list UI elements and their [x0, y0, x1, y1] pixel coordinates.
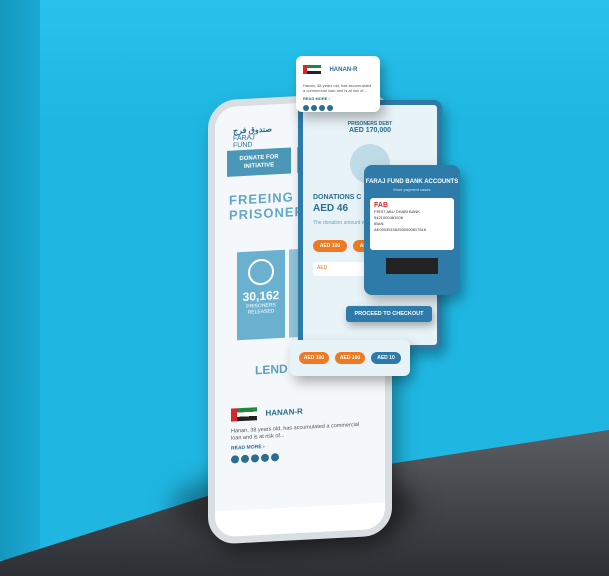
whatsapp-icon[interactable]: [261, 453, 269, 463]
bank-details: FAB FIRST ABU DHABI BANK 5421000481208 I…: [370, 198, 454, 250]
stat-card-released: 30,162 PRISONERS RELEASED: [237, 249, 285, 341]
bank-card-subtitle: More payment cases: [393, 187, 431, 192]
twitter-icon[interactable]: [311, 105, 317, 111]
backdrop-wall-shadow: [0, 0, 40, 560]
proceed-to-checkout-button[interactable]: PROCEED TO CHECKOUT: [346, 306, 432, 322]
amount-selector-strip: AED 100 AED 100 AED 10: [290, 340, 410, 376]
whatsapp-icon[interactable]: [327, 105, 333, 111]
bank-accounts-card: FARAJ FUND BANK ACCOUNTS More payment ca…: [364, 165, 460, 295]
iban-value: AE090351082500000817816: [374, 227, 427, 232]
prisoners-debt-value: AED 170,000: [348, 127, 392, 134]
share-icons: [231, 448, 371, 464]
faraj-fund-logo[interactable]: صندوق فرج FARAJ FUND: [233, 124, 273, 149]
linkedin-icon[interactable]: [251, 454, 259, 463]
tab-donate-initiative[interactable]: DONATE FOR INITIATIVE: [227, 147, 291, 177]
stat-caption: PRISONERS RELEASED: [246, 302, 276, 316]
amount-option-a[interactable]: AED 100: [299, 352, 329, 364]
facebook-icon[interactable]: [231, 455, 239, 464]
bank-card-title: FARAJ FUND BANK ACCOUNTS: [365, 179, 459, 185]
mini-card-name: HANAN-R: [329, 66, 358, 73]
card-stripe: [386, 258, 438, 274]
logo-english: FARAJ FUND: [233, 134, 255, 150]
uae-flag-icon: [231, 407, 257, 422]
amount-option-c[interactable]: AED 10: [371, 352, 401, 364]
mini-card-description: Hanan, 38 years old, has accumulated a c…: [303, 83, 372, 93]
bottom-bar: [215, 502, 385, 538]
mini-share-icons: [303, 105, 373, 111]
beneficiary-name: HANAN-R: [265, 407, 303, 419]
fab-logo: FAB: [374, 202, 388, 209]
lend-heading: LEND: [255, 361, 288, 378]
uae-flag-icon: [303, 65, 321, 75]
twitter-icon[interactable]: [241, 454, 249, 464]
mini-card-read-more[interactable]: READ MORE ›: [303, 96, 373, 101]
amount-option-b[interactable]: AED 100: [335, 352, 365, 364]
beneficiary-mini-card[interactable]: HANAN-R Hanan, 38 years old, has accumul…: [296, 56, 380, 112]
beneficiary-card[interactable]: HANAN-R Hanan, 38 years old, has accumul…: [231, 399, 371, 464]
linkedin-icon[interactable]: [319, 105, 325, 111]
email-icon[interactable]: [271, 453, 279, 462]
preset-amount-1[interactable]: AED 100: [313, 240, 347, 252]
facebook-icon[interactable]: [303, 105, 309, 111]
stat-number: 30,162: [242, 288, 280, 305]
globe-icon: [248, 258, 274, 286]
